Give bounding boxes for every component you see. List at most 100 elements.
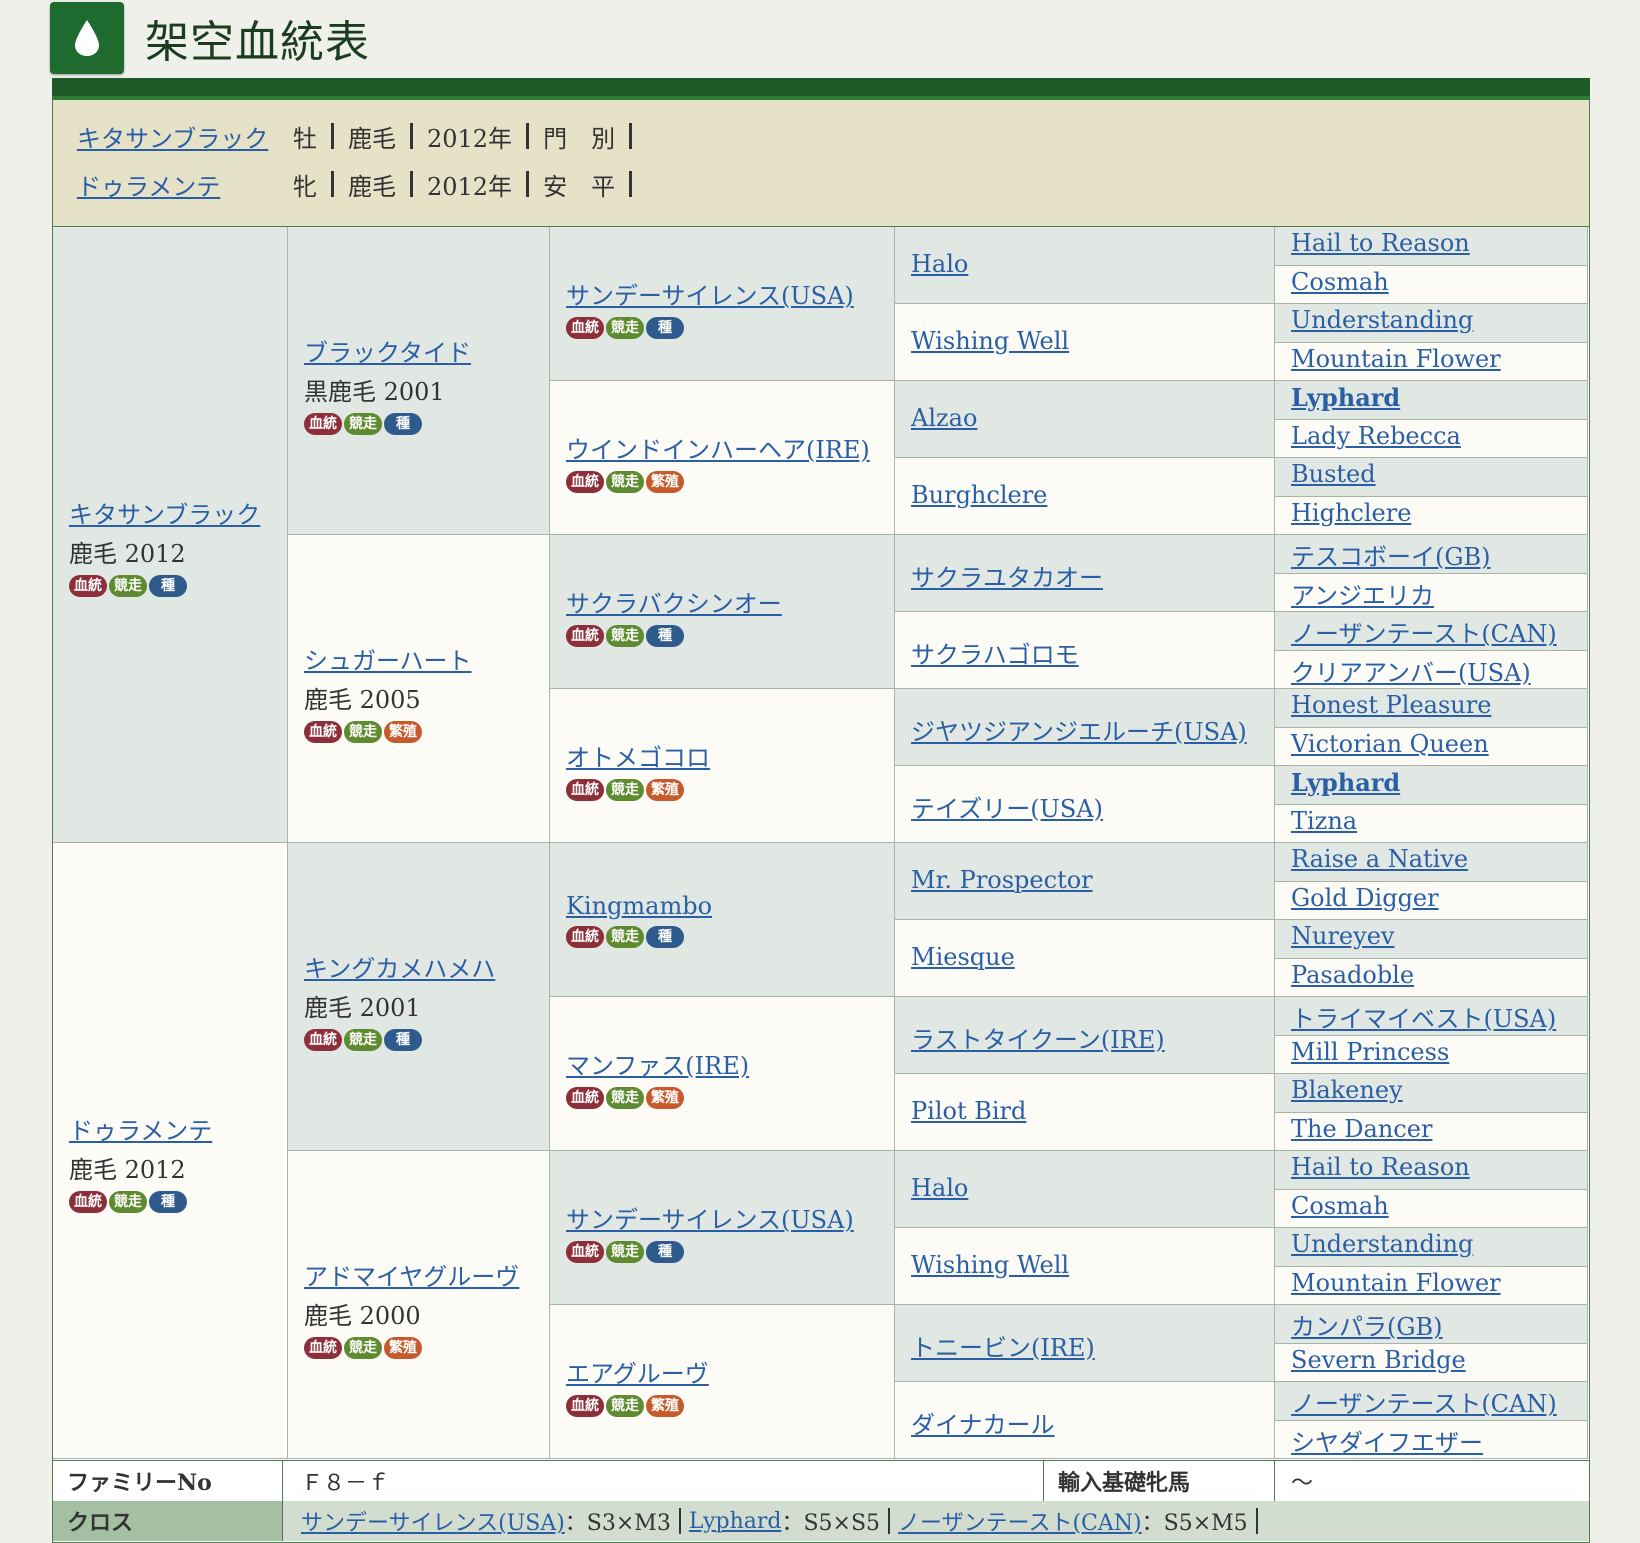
horse-link[interactable]: ノーザンテースト(CAN) (1291, 1384, 1557, 1419)
horse-link[interactable]: ブラックタイド (304, 339, 471, 367)
horse-link[interactable]: Severn Bridge (1291, 1346, 1466, 1374)
blood-badge[interactable]: 血統 (566, 625, 604, 647)
horse-link[interactable]: サクラユタカオー (911, 558, 1103, 593)
horse-link[interactable]: Pasadoble (1291, 961, 1414, 989)
horse-link[interactable]: Cosmah (1291, 268, 1389, 296)
horse-link[interactable]: Tizna (1291, 807, 1357, 835)
blood-badge[interactable]: 血統 (304, 721, 342, 743)
horse-link[interactable]: Raise a Native (1291, 845, 1468, 873)
race-badge[interactable]: 競走 (606, 317, 644, 339)
horse-link[interactable]: アドマイヤグルーヴ (304, 1263, 519, 1291)
info-sire-link[interactable]: キタサンブラック (77, 125, 268, 153)
horse-link[interactable]: Lyphard (1291, 383, 1400, 412)
horse-link[interactable]: テイズリー(USA) (911, 789, 1103, 824)
blood-badge[interactable]: 血統 (69, 1191, 107, 1213)
blood-badge[interactable]: 血統 (566, 1087, 604, 1109)
horse-link[interactable]: Understanding (1291, 306, 1473, 334)
horse-link[interactable]: オトメゴコロ (566, 744, 710, 772)
horse-link[interactable]: マンファス(IRE) (566, 1052, 749, 1080)
blood-badge[interactable]: 血統 (304, 1337, 342, 1359)
race-badge[interactable]: 競走 (606, 1087, 644, 1109)
horse-link[interactable]: カンパラ(GB) (1291, 1307, 1443, 1342)
race-badge[interactable]: 競走 (109, 1191, 147, 1213)
horse-link[interactable]: サクラハゴロモ (911, 635, 1079, 670)
broodmare-badge[interactable]: 繁殖 (646, 471, 684, 493)
stud-badge[interactable]: 種 (149, 575, 187, 597)
horse-link[interactable]: Understanding (1291, 1230, 1473, 1258)
horse-link[interactable]: シュガーハート (304, 647, 472, 675)
horse-link[interactable]: Halo (911, 1174, 968, 1202)
horse-link[interactable]: Highclere (1291, 499, 1411, 527)
horse-link[interactable]: Lyphard (1291, 768, 1400, 797)
horse-link[interactable]: サンデーサイレンス(USA) (566, 282, 854, 310)
race-badge[interactable]: 競走 (344, 1029, 382, 1051)
stud-badge[interactable]: 種 (384, 413, 422, 435)
horse-link[interactable]: Halo (911, 250, 968, 278)
horse-link[interactable]: Honest Pleasure (1291, 691, 1491, 719)
blood-badge[interactable]: 血統 (566, 471, 604, 493)
horse-link[interactable]: Hail to Reason (1291, 229, 1470, 257)
horse-link[interactable]: Wishing Well (911, 327, 1069, 355)
horse-link[interactable]: Alzao (911, 404, 977, 432)
race-badge[interactable]: 競走 (109, 575, 147, 597)
horse-link[interactable]: Lady Rebecca (1291, 422, 1461, 450)
horse-link[interactable]: ジヤツジアンジエルーチ(USA) (911, 712, 1247, 747)
horse-link[interactable]: The Dancer (1291, 1115, 1432, 1143)
horse-link[interactable]: ノーザンテースト(CAN) (1291, 614, 1557, 649)
horse-link[interactable]: Nureyev (1291, 922, 1394, 950)
horse-link[interactable]: Mr. Prospector (911, 866, 1093, 894)
blood-badge[interactable]: 血統 (69, 575, 107, 597)
blood-badge[interactable]: 血統 (566, 317, 604, 339)
broodmare-badge[interactable]: 繁殖 (646, 1395, 684, 1417)
horse-link[interactable]: Miesque (911, 943, 1015, 971)
blood-badge[interactable]: 血統 (566, 926, 604, 948)
horse-link[interactable]: Wishing Well (911, 1251, 1069, 1279)
horse-link[interactable]: キタサンブラック (69, 501, 260, 529)
horse-link[interactable]: Mountain Flower (1291, 345, 1501, 373)
horse-link[interactable]: テスコボーイ(GB) (1291, 537, 1491, 572)
broodmare-badge[interactable]: 繁殖 (646, 779, 684, 801)
horse-link[interactable]: Blakeney (1291, 1076, 1403, 1104)
horse-link[interactable]: Kingmambo (566, 892, 712, 920)
horse-link[interactable]: ドゥラメンテ (69, 1117, 212, 1145)
broodmare-badge[interactable]: 繁殖 (384, 721, 422, 743)
horse-link[interactable]: Pilot Bird (911, 1097, 1026, 1125)
horse-link[interactable]: ウインドインハーヘア(IRE) (566, 436, 870, 464)
horse-link[interactable]: Hail to Reason (1291, 1153, 1470, 1181)
horse-link[interactable]: キングカメハメハ (304, 955, 495, 983)
cross-link[interactable]: Lyphard (689, 1509, 782, 1534)
broodmare-badge[interactable]: 繁殖 (646, 1087, 684, 1109)
stud-badge[interactable]: 種 (646, 926, 684, 948)
horse-link[interactable]: シヤダイフエザー (1291, 1423, 1483, 1458)
stud-badge[interactable]: 種 (384, 1029, 422, 1051)
horse-link[interactable]: Victorian Queen (1291, 730, 1489, 758)
blood-badge[interactable]: 血統 (304, 413, 342, 435)
stud-badge[interactable]: 種 (149, 1191, 187, 1213)
broodmare-badge[interactable]: 繁殖 (384, 1337, 422, 1359)
horse-link[interactable]: クリアアンバー(USA) (1291, 653, 1531, 688)
horse-link[interactable]: トニービン(IRE) (911, 1328, 1095, 1363)
horse-link[interactable]: エアグルーヴ (566, 1360, 709, 1388)
blood-badge[interactable]: 血統 (566, 1241, 604, 1263)
race-badge[interactable]: 競走 (344, 721, 382, 743)
race-badge[interactable]: 競走 (606, 779, 644, 801)
race-badge[interactable]: 競走 (606, 625, 644, 647)
info-dam-link[interactable]: ドゥラメンテ (77, 173, 220, 201)
race-badge[interactable]: 競走 (606, 926, 644, 948)
horse-link[interactable]: サンデーサイレンス(USA) (566, 1206, 854, 1234)
horse-link[interactable]: ダイナカール (911, 1405, 1055, 1440)
cross-link[interactable]: サンデーサイレンス(USA) (301, 1505, 565, 1537)
horse-link[interactable]: ラストタイクーン(IRE) (911, 1020, 1165, 1055)
horse-link[interactable]: Busted (1291, 460, 1376, 488)
race-badge[interactable]: 競走 (606, 1241, 644, 1263)
stud-badge[interactable]: 種 (646, 1241, 684, 1263)
blood-badge[interactable]: 血統 (566, 779, 604, 801)
horse-link[interactable]: Burghclere (911, 481, 1047, 509)
horse-link[interactable]: Cosmah (1291, 1192, 1389, 1220)
horse-link[interactable]: Gold Digger (1291, 884, 1439, 912)
horse-link[interactable]: Mill Princess (1291, 1038, 1449, 1066)
horse-link[interactable]: サクラバクシンオー (566, 590, 782, 618)
horse-link[interactable]: トライマイベスト(USA) (1291, 999, 1556, 1034)
race-badge[interactable]: 競走 (344, 1337, 382, 1359)
stud-badge[interactable]: 種 (646, 625, 684, 647)
